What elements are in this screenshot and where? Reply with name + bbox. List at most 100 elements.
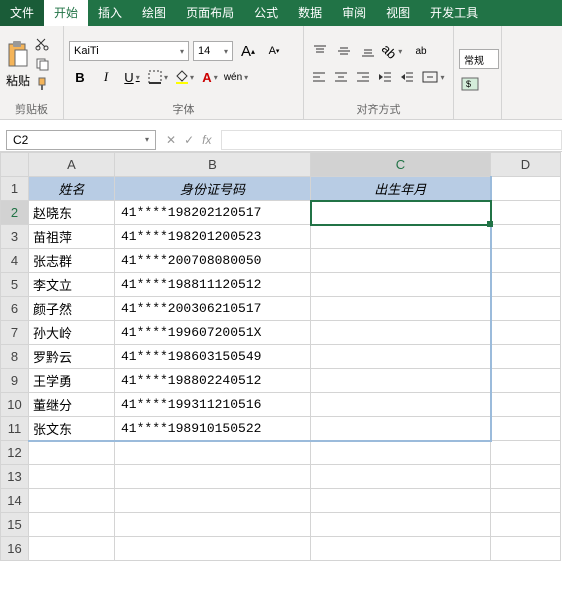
tab-view[interactable]: 视图 (376, 0, 420, 26)
row-header[interactable]: 14 (1, 489, 29, 513)
cell[interactable] (311, 513, 491, 537)
cell[interactable] (311, 465, 491, 489)
decrease-indent-button[interactable] (375, 66, 395, 88)
cell[interactable] (311, 369, 491, 393)
number-format-select[interactable]: 常规 (459, 49, 499, 69)
cell[interactable] (311, 417, 491, 441)
underline-button[interactable]: U▾ (121, 66, 143, 88)
select-all-corner[interactable] (1, 153, 29, 177)
cell[interactable]: 41****199311210516 (115, 393, 311, 417)
cell[interactable] (491, 201, 561, 225)
align-right-button[interactable] (353, 66, 373, 88)
cell[interactable] (29, 513, 115, 537)
cell[interactable] (29, 537, 115, 561)
row-header[interactable]: 10 (1, 393, 29, 417)
cell[interactable]: 41****198201200523 (115, 225, 311, 249)
cell[interactable] (491, 369, 561, 393)
cell[interactable]: 姓名 (29, 177, 115, 201)
cell[interactable]: 41****198802240512 (115, 369, 311, 393)
tab-file[interactable]: 文件 (0, 0, 44, 26)
wrap-text-button[interactable]: ab (405, 40, 437, 62)
cell[interactable]: 孙大岭 (29, 321, 115, 345)
cell[interactable] (311, 321, 491, 345)
cell[interactable] (115, 441, 311, 465)
cell[interactable] (311, 225, 491, 249)
cell[interactable] (491, 441, 561, 465)
cell[interactable] (491, 489, 561, 513)
cell[interactable] (311, 537, 491, 561)
cell[interactable]: 王学勇 (29, 369, 115, 393)
enter-icon[interactable]: ✓ (184, 133, 194, 147)
row-header[interactable]: 11 (1, 417, 29, 441)
row-header[interactable]: 8 (1, 345, 29, 369)
border-button[interactable]: ▾ (147, 66, 169, 88)
cell[interactable] (491, 249, 561, 273)
cell[interactable] (311, 345, 491, 369)
cell[interactable]: 罗黔云 (29, 345, 115, 369)
cell[interactable] (29, 441, 115, 465)
cell[interactable]: 41****19960720051X (115, 321, 311, 345)
col-header-d[interactable]: D (491, 153, 561, 177)
row-header[interactable]: 5 (1, 273, 29, 297)
row-header[interactable]: 6 (1, 297, 29, 321)
align-center-button[interactable] (331, 66, 351, 88)
row-header[interactable]: 16 (1, 537, 29, 561)
tab-formula[interactable]: 公式 (244, 0, 288, 26)
align-middle-button[interactable] (333, 40, 355, 62)
tab-home[interactable]: 开始 (44, 0, 88, 26)
font-name-select[interactable]: KaiTi▾ (69, 41, 189, 61)
cell[interactable]: 41****200708080050 (115, 249, 311, 273)
tab-review[interactable]: 审阅 (332, 0, 376, 26)
col-header-a[interactable]: A (29, 153, 115, 177)
bold-button[interactable]: B (69, 66, 91, 88)
row-header[interactable]: 1 (1, 177, 29, 201)
cell[interactable] (311, 273, 491, 297)
cell[interactable] (491, 297, 561, 321)
name-box[interactable]: C2▾ (6, 130, 156, 150)
copy-button[interactable] (33, 55, 51, 73)
cell[interactable]: 41****198603150549 (115, 345, 311, 369)
tab-layout[interactable]: 页面布局 (176, 0, 244, 26)
align-bottom-button[interactable] (357, 40, 379, 62)
cell[interactable]: 李文立 (29, 273, 115, 297)
cell[interactable] (491, 393, 561, 417)
fill-color-button[interactable]: ▾ (173, 66, 195, 88)
tab-data[interactable]: 数据 (288, 0, 332, 26)
col-header-c[interactable]: C (311, 153, 491, 177)
cell[interactable]: 张文东 (29, 417, 115, 441)
cell[interactable] (491, 345, 561, 369)
cell[interactable] (491, 177, 561, 201)
formula-input[interactable] (221, 130, 562, 150)
cell[interactable]: 张志群 (29, 249, 115, 273)
merge-button[interactable]: ▾ (419, 66, 448, 88)
align-top-button[interactable] (309, 40, 331, 62)
cell[interactable]: 41****198811120512 (115, 273, 311, 297)
cell[interactable] (491, 465, 561, 489)
format-painter-button[interactable] (33, 75, 51, 93)
row-header[interactable]: 7 (1, 321, 29, 345)
italic-button[interactable]: I (95, 66, 117, 88)
row-header[interactable]: 15 (1, 513, 29, 537)
cell[interactable] (491, 417, 561, 441)
row-header[interactable]: 3 (1, 225, 29, 249)
cut-button[interactable] (33, 35, 51, 53)
orientation-button[interactable]: ab▾ (381, 40, 403, 62)
tab-insert[interactable]: 插入 (88, 0, 132, 26)
cell[interactable]: 41****198202120517 (115, 201, 311, 225)
fx-icon[interactable]: fx (202, 133, 211, 147)
row-header[interactable]: 4 (1, 249, 29, 273)
cell-selected[interactable] (311, 201, 491, 225)
cell[interactable] (311, 489, 491, 513)
tab-dev[interactable]: 开发工具 (420, 0, 488, 26)
cell[interactable] (491, 513, 561, 537)
cell[interactable] (311, 441, 491, 465)
row-header[interactable]: 2 (1, 201, 29, 225)
decrease-font-button[interactable]: A▾ (263, 40, 285, 62)
cancel-icon[interactable]: ✕ (166, 133, 176, 147)
cell[interactable] (115, 513, 311, 537)
cell[interactable]: 赵晓东 (29, 201, 115, 225)
cell[interactable] (491, 321, 561, 345)
cell[interactable] (29, 465, 115, 489)
cell[interactable] (491, 537, 561, 561)
cell[interactable] (115, 489, 311, 513)
